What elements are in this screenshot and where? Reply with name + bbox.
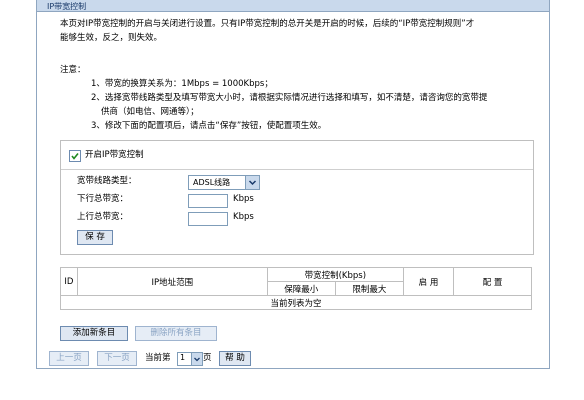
- rules-table: ID IP地址范围 带宽控制(Kbps) 启 用 配 置 保障最小 限制最大 当…: [60, 267, 532, 310]
- enable-label: 开启IP带宽控制: [85, 150, 144, 160]
- col-max: 限制最大: [334, 281, 404, 296]
- help-button[interactable]: 帮 助: [219, 351, 251, 366]
- intro-line-2: 能够生效，反之，则失效。: [60, 33, 163, 43]
- chevron-down-icon[interactable]: [245, 176, 259, 189]
- page-select-value: 1: [180, 353, 186, 362]
- next-page-button[interactable]: 下一页: [97, 351, 137, 366]
- intro-line-1: 本页对IP带宽控制的开启与关闭进行设置。只有IP带宽控制的总开关是开启的时候，后…: [60, 19, 475, 29]
- note-item-2-cont: 供商（如电信、网通等）；: [101, 107, 199, 117]
- delete-all-button[interactable]: 删除所有条目: [135, 326, 217, 341]
- table-header-row: ID IP地址范围 带宽控制(Kbps) 启 用 配 置: [60, 267, 532, 296]
- page-title: IP带宽控制: [47, 2, 87, 11]
- down-bandwidth-label: 下行总带宽：: [77, 194, 129, 204]
- line-type-select[interactable]: ADSL线路: [188, 175, 260, 190]
- enable-checkbox[interactable]: [69, 150, 81, 162]
- current-page-suffix: 页: [203, 353, 212, 363]
- note-item-2: 2、选择宽带线路类型及填写带宽大小时，请根据实际情况进行选择和填写，如不清楚，请…: [91, 93, 488, 103]
- note-item-1: 1、带宽的换算关系为：1Mbps = 1000Kbps；: [91, 79, 273, 89]
- col-id: ID: [60, 267, 78, 296]
- down-bandwidth-input[interactable]: [188, 194, 228, 208]
- ip-bandwidth-panel: IP带宽控制 本页对IP带宽控制的开启与关闭进行设置。只有IP带宽控制的总开关是…: [36, 0, 550, 369]
- col-min: 保障最小: [266, 281, 336, 296]
- col-bandwidth: 带宽控制(Kbps): [266, 267, 404, 282]
- save-button[interactable]: 保 存: [77, 230, 113, 245]
- page-select[interactable]: 1: [177, 352, 203, 366]
- up-bandwidth-input[interactable]: [188, 212, 228, 226]
- settings-divider: [61, 169, 533, 170]
- add-entry-button[interactable]: 添加新条目: [60, 326, 128, 341]
- chevron-down-icon[interactable]: [191, 353, 202, 365]
- up-unit: Kbps: [233, 212, 254, 222]
- panel-titlebar: IP带宽控制: [37, 0, 549, 12]
- down-unit: Kbps: [233, 194, 254, 204]
- bandwidth-settings: 开启IP带宽控制 宽带线路类型： ADSL线路 下行总带宽： Kbps 上行总带…: [60, 140, 534, 255]
- current-page-prefix: 当前第: [145, 353, 171, 363]
- table-empty-row: 当前列表为空: [60, 295, 532, 310]
- check-icon: [71, 153, 79, 160]
- col-ip-range: IP地址范围: [76, 267, 268, 296]
- col-enable: 启 用: [402, 267, 455, 296]
- note-item-3: 3、修改下面的配置项后，请点击“保存”按钮，使配置项生效。: [91, 121, 327, 131]
- notes-heading: 注意：: [60, 65, 86, 75]
- prev-page-button[interactable]: 上一页: [49, 351, 89, 366]
- line-type-value: ADSL线路: [193, 178, 231, 187]
- up-bandwidth-label: 上行总带宽：: [77, 212, 129, 222]
- line-type-label: 宽带线路类型：: [77, 176, 137, 186]
- empty-list-text: 当前列表为空: [60, 295, 532, 310]
- col-config: 配 置: [453, 267, 532, 296]
